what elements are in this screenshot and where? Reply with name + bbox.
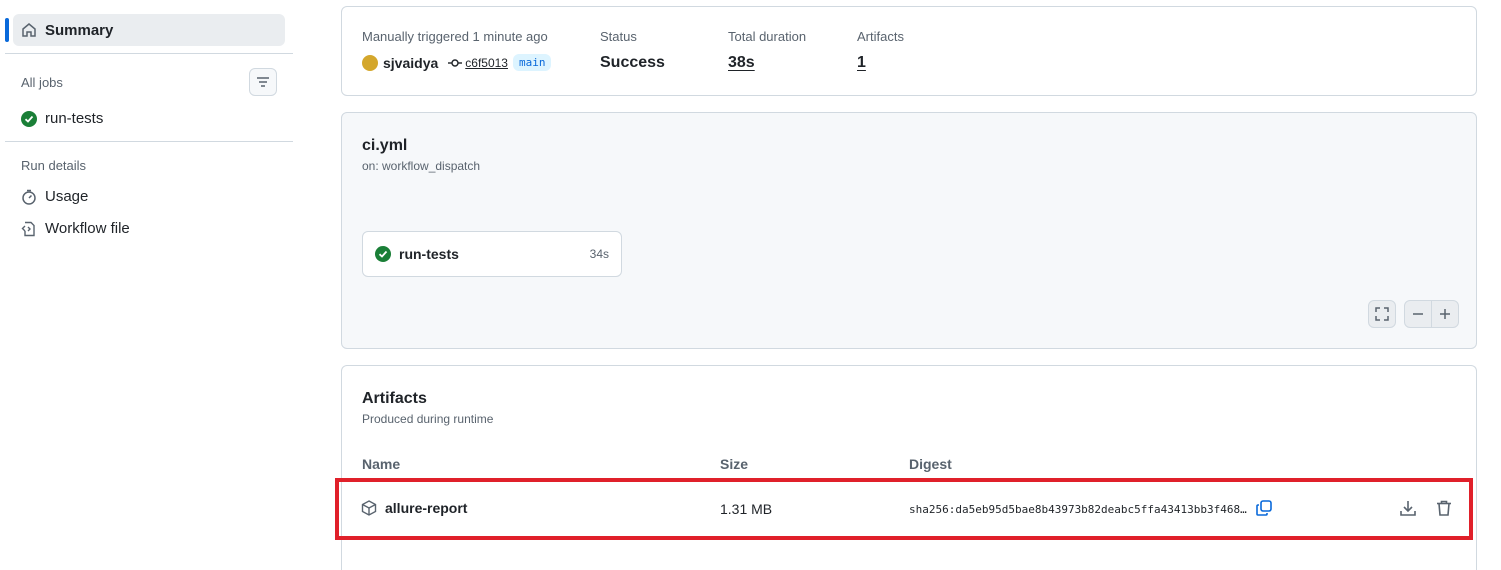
sidebar-item-label: run-tests xyxy=(45,110,104,127)
filter-icon xyxy=(257,77,269,87)
home-icon xyxy=(22,23,36,37)
sidebar-item-run-tests[interactable]: run-tests xyxy=(21,110,103,127)
fullscreen-icon xyxy=(1375,307,1389,321)
trash-icon xyxy=(1437,500,1451,516)
zoom-in-button[interactable] xyxy=(1431,300,1459,328)
artifact-size: 1.31 MB xyxy=(720,501,773,517)
artifact-name: allure-report xyxy=(385,500,468,516)
stopwatch-icon xyxy=(22,189,36,205)
job-duration: 34s xyxy=(589,247,609,261)
column-header-size: Size xyxy=(720,456,749,472)
run-details-heading: Run details xyxy=(21,158,87,173)
divider xyxy=(5,53,293,54)
download-artifact-button[interactable] xyxy=(1399,499,1419,519)
artifacts-title: Artifacts xyxy=(362,390,427,407)
workflow-file-title: ci.yml xyxy=(362,137,408,154)
column-header-digest: Digest xyxy=(909,456,952,472)
sidebar-item-usage[interactable]: Usage xyxy=(21,188,88,205)
duration-label: Total duration xyxy=(728,29,807,44)
run-summary-panel: Manually triggered 1 minute ago sjvaidya… xyxy=(341,6,1477,96)
artifact-digest: sha256:da5eb95d5bae8b43973b82deabc5ffa43… xyxy=(909,503,1247,516)
file-code-icon xyxy=(21,221,35,236)
divider xyxy=(5,141,293,142)
artifacts-count-label: Artifacts xyxy=(857,29,904,44)
filter-button[interactable] xyxy=(249,68,277,96)
column-header-name: Name xyxy=(362,456,401,472)
status-value: Success xyxy=(600,54,665,71)
sidebar: Summary All jobs run-tests Run details U… xyxy=(0,0,300,570)
duration-link[interactable]: 38s xyxy=(728,54,755,72)
commit-link[interactable]: c6f5013 xyxy=(465,56,508,70)
fullscreen-button[interactable] xyxy=(1368,300,1396,328)
actor-link[interactable]: sjvaidya xyxy=(383,55,438,71)
artifacts-count-link[interactable]: 1 xyxy=(857,54,866,72)
status-label: Status xyxy=(600,29,637,44)
workflow-graph-panel: ci.yml on: workflow_dispatch run-tests 3… xyxy=(341,112,1477,349)
delete-artifact-button[interactable] xyxy=(1435,499,1455,519)
download-icon xyxy=(1400,501,1416,516)
sidebar-item-label: Usage xyxy=(45,188,89,205)
commit-icon xyxy=(448,58,463,67)
sidebar-item-label: Workflow file xyxy=(45,220,130,237)
check-circle-icon xyxy=(21,110,37,127)
artifacts-subtitle: Produced during runtime xyxy=(362,412,494,426)
sidebar-item-label: Summary xyxy=(45,21,114,39)
table-row: allure-report 1.31 MB sha256:da5eb95d5ba… xyxy=(335,478,1473,540)
copy-icon xyxy=(1256,500,1272,516)
all-jobs-heading: All jobs xyxy=(21,75,63,90)
branch-badge[interactable]: main xyxy=(512,54,552,71)
check-circle-icon xyxy=(375,246,391,262)
minus-icon xyxy=(1413,313,1423,315)
package-icon xyxy=(361,500,377,516)
sidebar-item-summary[interactable]: Summary xyxy=(5,14,285,46)
zoom-out-button[interactable] xyxy=(1404,300,1432,328)
job-name: run-tests xyxy=(399,246,459,262)
job-card-run-tests[interactable]: run-tests 34s xyxy=(362,231,622,277)
workflow-trigger: on: workflow_dispatch xyxy=(362,159,481,173)
plus-icon xyxy=(1440,309,1450,319)
trigger-label: Manually triggered 1 minute ago xyxy=(362,29,548,44)
avatar[interactable] xyxy=(362,54,378,71)
trigger-row: sjvaidya c6f5013 main xyxy=(362,54,552,71)
sidebar-item-workflow-file[interactable]: Workflow file xyxy=(21,220,130,237)
copy-digest-button[interactable] xyxy=(1255,499,1275,519)
artifact-name-link[interactable]: allure-report xyxy=(361,500,467,516)
